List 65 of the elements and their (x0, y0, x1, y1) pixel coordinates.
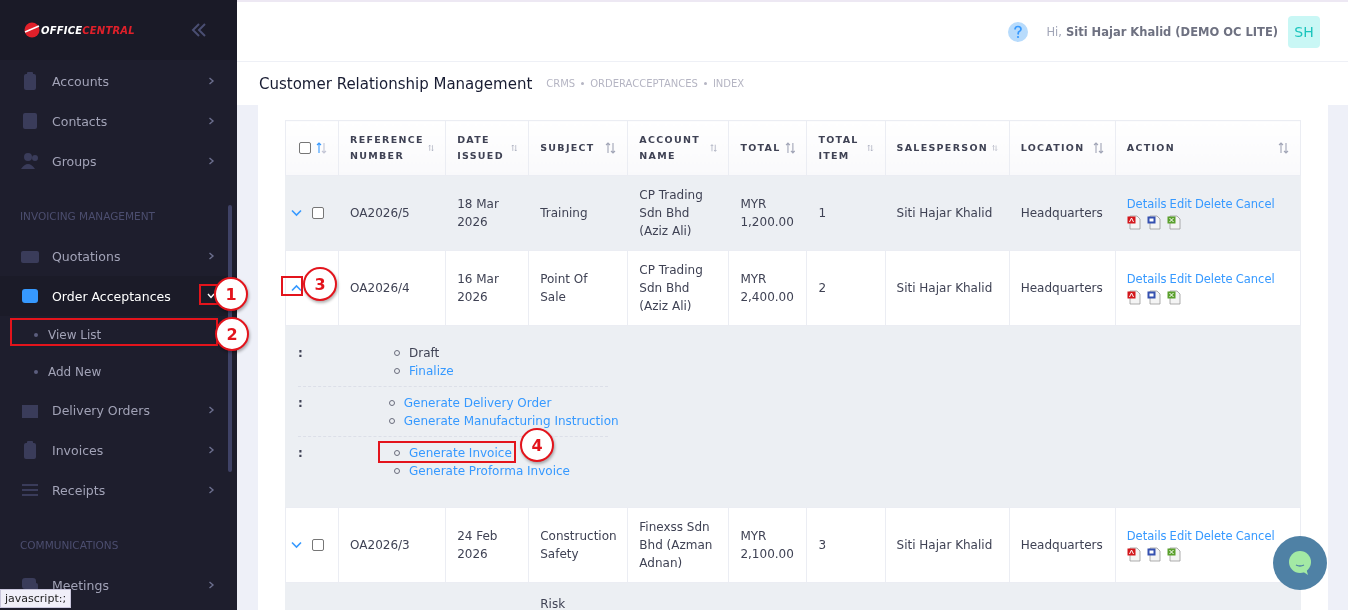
table-cell: Siti Hajar Khalid (896, 538, 993, 552)
table-cell: Training (540, 206, 588, 220)
detail-label: : (298, 345, 304, 362)
action-link[interactable]: Edit (1169, 526, 1192, 545)
section-heading: COMMUNICATIONS (19, 538, 120, 553)
action-link[interactable]: Generate Invoice (409, 444, 512, 462)
action-link[interactable]: Details (1126, 194, 1167, 213)
action-link[interactable]: Cancel (1235, 194, 1275, 213)
menu-item[interactable]: Groups (0, 141, 237, 181)
table-cell: CP Trading Sdn Bhd (Aziz Ali) (639, 188, 703, 238)
action-link[interactable]: Generate Delivery Order (403, 394, 552, 412)
column-header[interactable]: ACTION (1126, 140, 1175, 156)
action-link[interactable]: Cancel (1235, 269, 1275, 288)
action-link[interactable]: Delete (1194, 269, 1233, 288)
submenu-item[interactable]: Add New (34, 362, 102, 381)
table-cell: MYR 1,200.00 (740, 197, 794, 229)
status-tooltip: javascript:; (0, 589, 72, 608)
table-cell: Point Of Sale (540, 272, 588, 304)
table-cell: CP Trading Sdn Bhd (Aziz Ali) (639, 263, 703, 313)
action-link[interactable]: Generate Manufacturing Instruction (403, 412, 619, 430)
submenu-item[interactable]: View List (34, 325, 102, 344)
action-link[interactable]: Cancel (1235, 526, 1275, 545)
table-cell: 2 (818, 281, 827, 295)
action-link[interactable]: Edit (1169, 269, 1192, 288)
table-cell: Headquarters (1020, 538, 1103, 552)
table-cell: OA2026/4 (350, 281, 410, 295)
table-cell: 24 Feb 2026 (457, 529, 498, 561)
column-header[interactable]: TOTAL (740, 140, 781, 156)
action-link[interactable]: Generate Proforma Invoice (409, 462, 570, 480)
menu-item[interactable]: Delivery Orders (0, 390, 237, 430)
table-cell: 16 Mar 2026 (457, 272, 499, 304)
menu-item[interactable]: Invoices (0, 430, 237, 470)
table-cell: 1 (818, 206, 827, 220)
action-link[interactable]: Edit (1169, 194, 1192, 213)
action-link[interactable]: Details (1126, 526, 1167, 545)
logo[interactable]: OFFICECENTRAL (24, 22, 135, 38)
table-cell: Headquarters (1020, 281, 1103, 295)
table-cell: Siti Hajar Khalid (896, 281, 993, 295)
action-link[interactable]: Details (1126, 269, 1167, 288)
table-cell: Headquarters (1020, 206, 1103, 220)
table-cell: OA2026/3 (350, 538, 410, 552)
table-cell: Siti Hajar Khalid (896, 206, 993, 220)
detail-label: : (298, 445, 304, 462)
table-cell: MYR 2,400.00 (740, 272, 794, 304)
menu-item[interactable]: Contacts (0, 101, 237, 141)
column-header[interactable]: LOCATION (1020, 140, 1085, 156)
column-header[interactable]: SUBJECT (540, 140, 595, 156)
action-link[interactable]: Delete (1194, 194, 1233, 213)
page-title: Customer Relationship Management (259, 74, 533, 93)
section-heading: INVOICING MANAGEMENT (19, 209, 156, 224)
table-cell: Construction Safety (540, 529, 617, 561)
table-cell: 18 Mar 2026 (457, 197, 499, 229)
menu-item[interactable]: Quotations (0, 236, 237, 276)
menu-item[interactable]: Accounts (0, 61, 237, 101)
detail-label: : (298, 395, 303, 412)
table-cell: MYR 2,100.00 (740, 529, 794, 561)
user-greeting[interactable]: Hi, Siti Hajar Khalid (DEMO OC LITE) (1046, 24, 1278, 39)
table-cell: OA2026/5 (350, 206, 410, 220)
table-cell: Risk (540, 597, 566, 610)
status-text: Draft (409, 345, 440, 362)
table-cell: 3 (818, 538, 827, 552)
menu-item[interactable]: Receipts (0, 470, 237, 510)
action-link[interactable]: Delete (1194, 526, 1233, 545)
table-cell: Finexss Sdn Bhd (Azman Adnan) (639, 520, 713, 570)
action-link[interactable]: Finalize (409, 362, 454, 380)
